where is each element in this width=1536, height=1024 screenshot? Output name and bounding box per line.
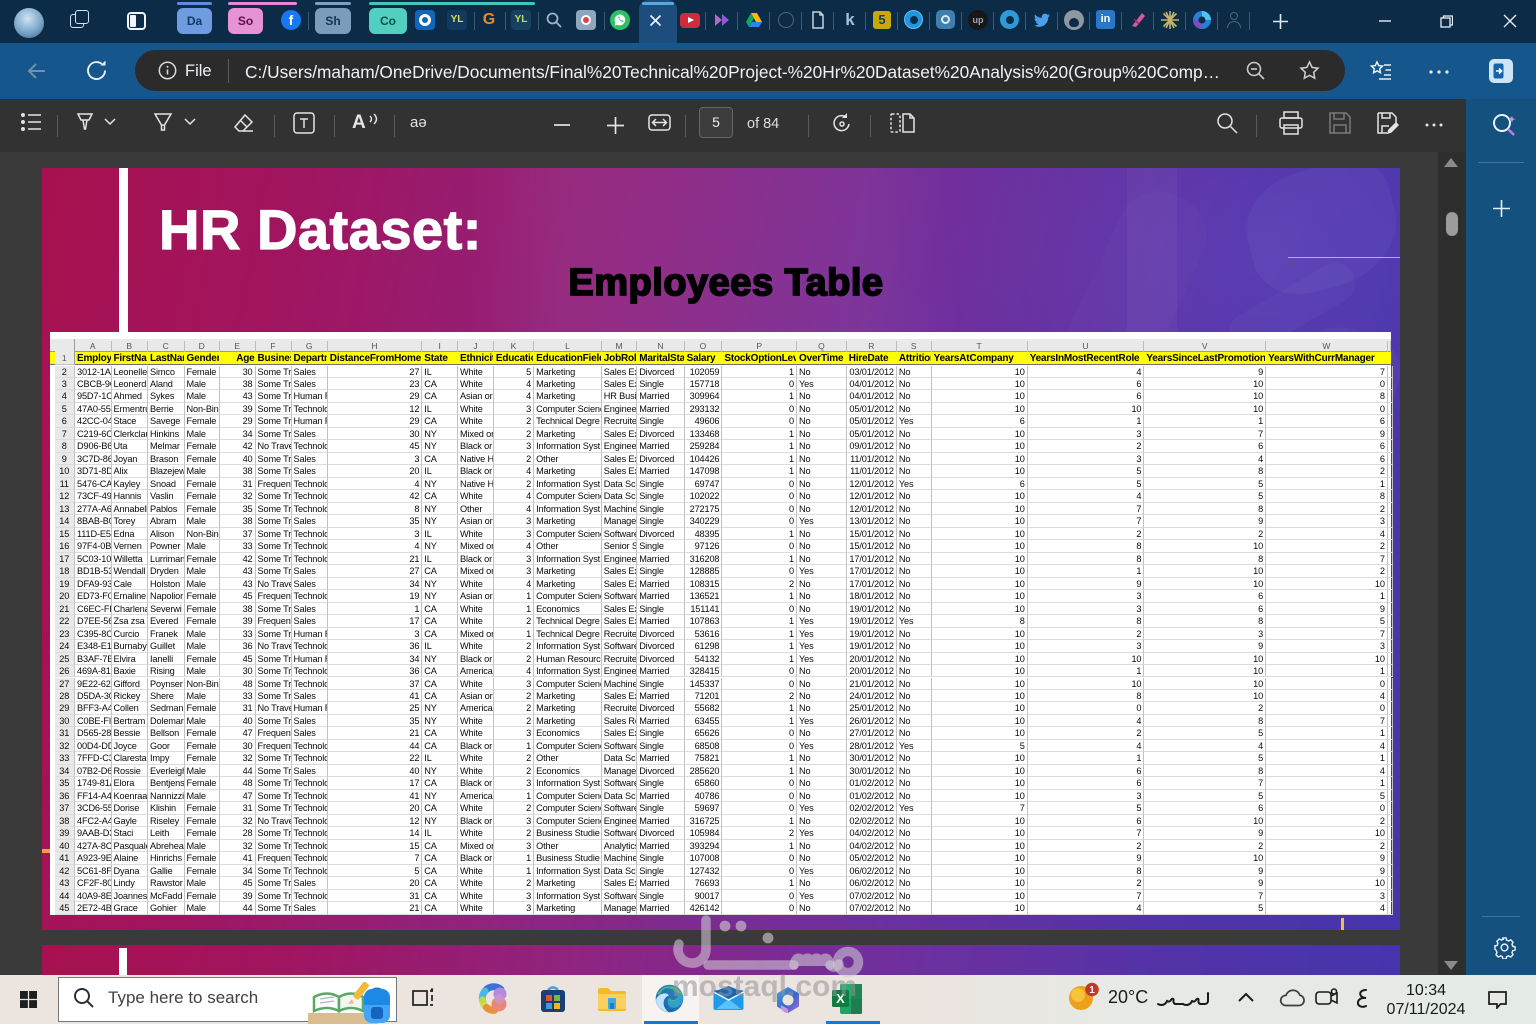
svg-text:1: 1 [1089, 985, 1095, 996]
